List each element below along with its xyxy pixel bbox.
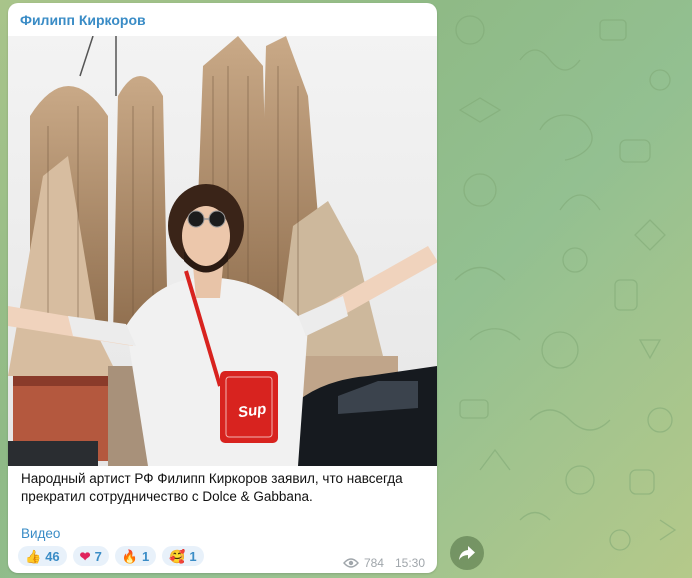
video-link[interactable]: Видео	[21, 526, 60, 541]
view-count: 784	[363, 556, 384, 570]
reaction-count: 1	[189, 548, 197, 564]
heart-icon: ❤	[79, 548, 91, 564]
reaction-count: 1	[141, 548, 150, 564]
sender-name[interactable]: Филипп Киркоров	[20, 12, 146, 28]
post-time: 15:30	[394, 556, 425, 570]
fire-icon: 🔥	[121, 548, 138, 564]
share-button[interactable]	[450, 536, 484, 570]
thumbs-up-icon: 👍	[25, 548, 42, 564]
post-photo[interactable]: Sup	[8, 36, 437, 466]
post-meta: 784 15:30	[343, 556, 425, 570]
reaction-heart[interactable]: ❤ 7	[72, 546, 109, 566]
reaction-count: 46	[45, 548, 60, 564]
post-caption: Народный артист РФ Филипп Киркоров заяви…	[21, 471, 403, 504]
reaction-thumbs-up[interactable]: 👍 46	[18, 546, 67, 566]
reaction-fire[interactable]: 🔥 1	[114, 546, 157, 566]
reaction-count: 7	[94, 548, 102, 564]
smiling-face-hearts-icon: 🥰	[169, 548, 186, 564]
share-arrow-icon	[459, 546, 475, 560]
eye-icon	[343, 558, 359, 568]
reaction-smiling-hearts[interactable]: 🥰 1	[162, 546, 204, 566]
reactions-bar: 👍 46 ❤ 7 🔥 1 🥰 1	[18, 546, 204, 566]
photo-illustration: Sup	[8, 36, 437, 466]
channel-post: Филипп Киркоров Sup Народный артист РФ Ф…	[8, 3, 437, 573]
